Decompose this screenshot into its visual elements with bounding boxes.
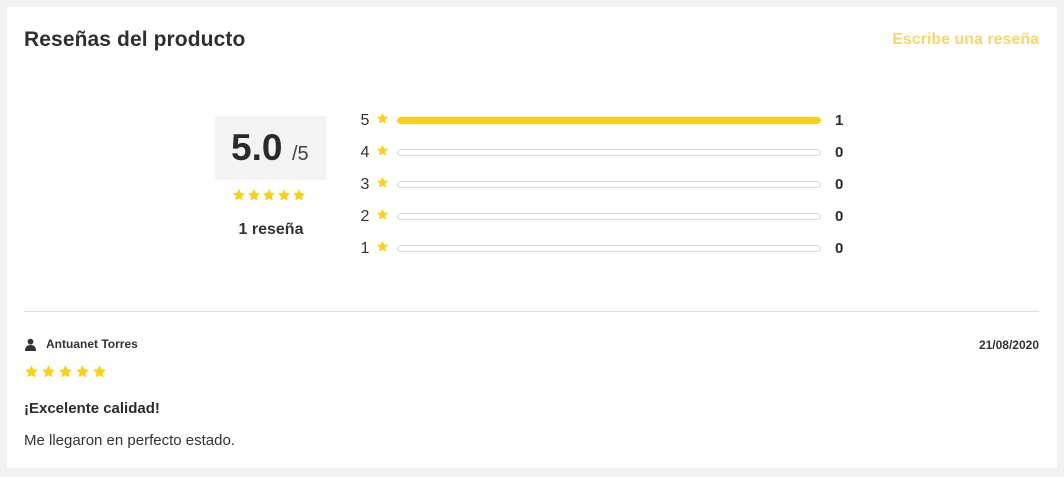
star-icon bbox=[262, 188, 276, 202]
reviewer-name: Antuanet Torres bbox=[46, 337, 138, 351]
rating-row-2: 20 bbox=[358, 207, 858, 227]
review-title: ¡Excelente calidad! bbox=[24, 400, 160, 417]
star-icon bbox=[75, 364, 90, 379]
average-score-box: 5.0 /5 bbox=[215, 116, 327, 180]
rating-level: 1 bbox=[360, 240, 370, 257]
review-stars bbox=[24, 364, 107, 379]
rating-count: 1 bbox=[835, 112, 844, 129]
average-stars bbox=[232, 188, 306, 202]
rating-level: 3 bbox=[360, 176, 370, 193]
star-icon bbox=[292, 188, 306, 202]
star-icon bbox=[376, 208, 389, 221]
star-icon bbox=[24, 364, 39, 379]
write-review-link[interactable]: Escribe una reseña bbox=[892, 31, 1039, 49]
reviews-card: Reseñas del producto Escribe una reseña … bbox=[7, 7, 1057, 468]
rating-count: 0 bbox=[835, 176, 844, 193]
star-icon bbox=[277, 188, 291, 202]
rating-row-1: 10 bbox=[358, 239, 858, 259]
review-body: Me llegaron en perfecto estado. bbox=[24, 432, 235, 449]
rating-bar bbox=[397, 149, 821, 156]
star-icon bbox=[376, 176, 389, 189]
rating-level: 4 bbox=[360, 144, 370, 161]
star-icon bbox=[41, 364, 56, 379]
rating-count: 0 bbox=[835, 208, 844, 225]
rating-count: 0 bbox=[835, 240, 844, 257]
rating-level: 5 bbox=[360, 112, 370, 129]
star-icon bbox=[376, 112, 389, 125]
star-icon bbox=[58, 364, 73, 379]
rating-level: 2 bbox=[360, 208, 370, 225]
star-icon bbox=[247, 188, 261, 202]
divider bbox=[24, 311, 1039, 312]
rating-bar bbox=[397, 181, 821, 188]
review-count: 1 reseña bbox=[238, 221, 304, 238]
rating-bar bbox=[397, 117, 821, 124]
rating-bar-fill bbox=[397, 117, 821, 124]
rating-bar bbox=[397, 245, 821, 252]
star-icon bbox=[232, 188, 246, 202]
review-date: 21/08/2020 bbox=[978, 338, 1039, 352]
score-max: /5 bbox=[292, 143, 309, 165]
star-icon bbox=[92, 364, 107, 379]
rating-row-5: 51 bbox=[358, 111, 858, 131]
rating-count: 0 bbox=[835, 144, 844, 161]
section-title: Reseñas del producto bbox=[24, 28, 246, 51]
star-icon bbox=[376, 240, 389, 253]
reviewer: Antuanet Torres bbox=[24, 337, 138, 351]
rating-row-3: 30 bbox=[358, 175, 858, 195]
average-score: 5.0 bbox=[231, 127, 283, 168]
rating-row-4: 40 bbox=[358, 143, 858, 163]
user-icon bbox=[24, 338, 37, 351]
rating-bar bbox=[397, 213, 821, 220]
star-icon bbox=[376, 144, 389, 157]
